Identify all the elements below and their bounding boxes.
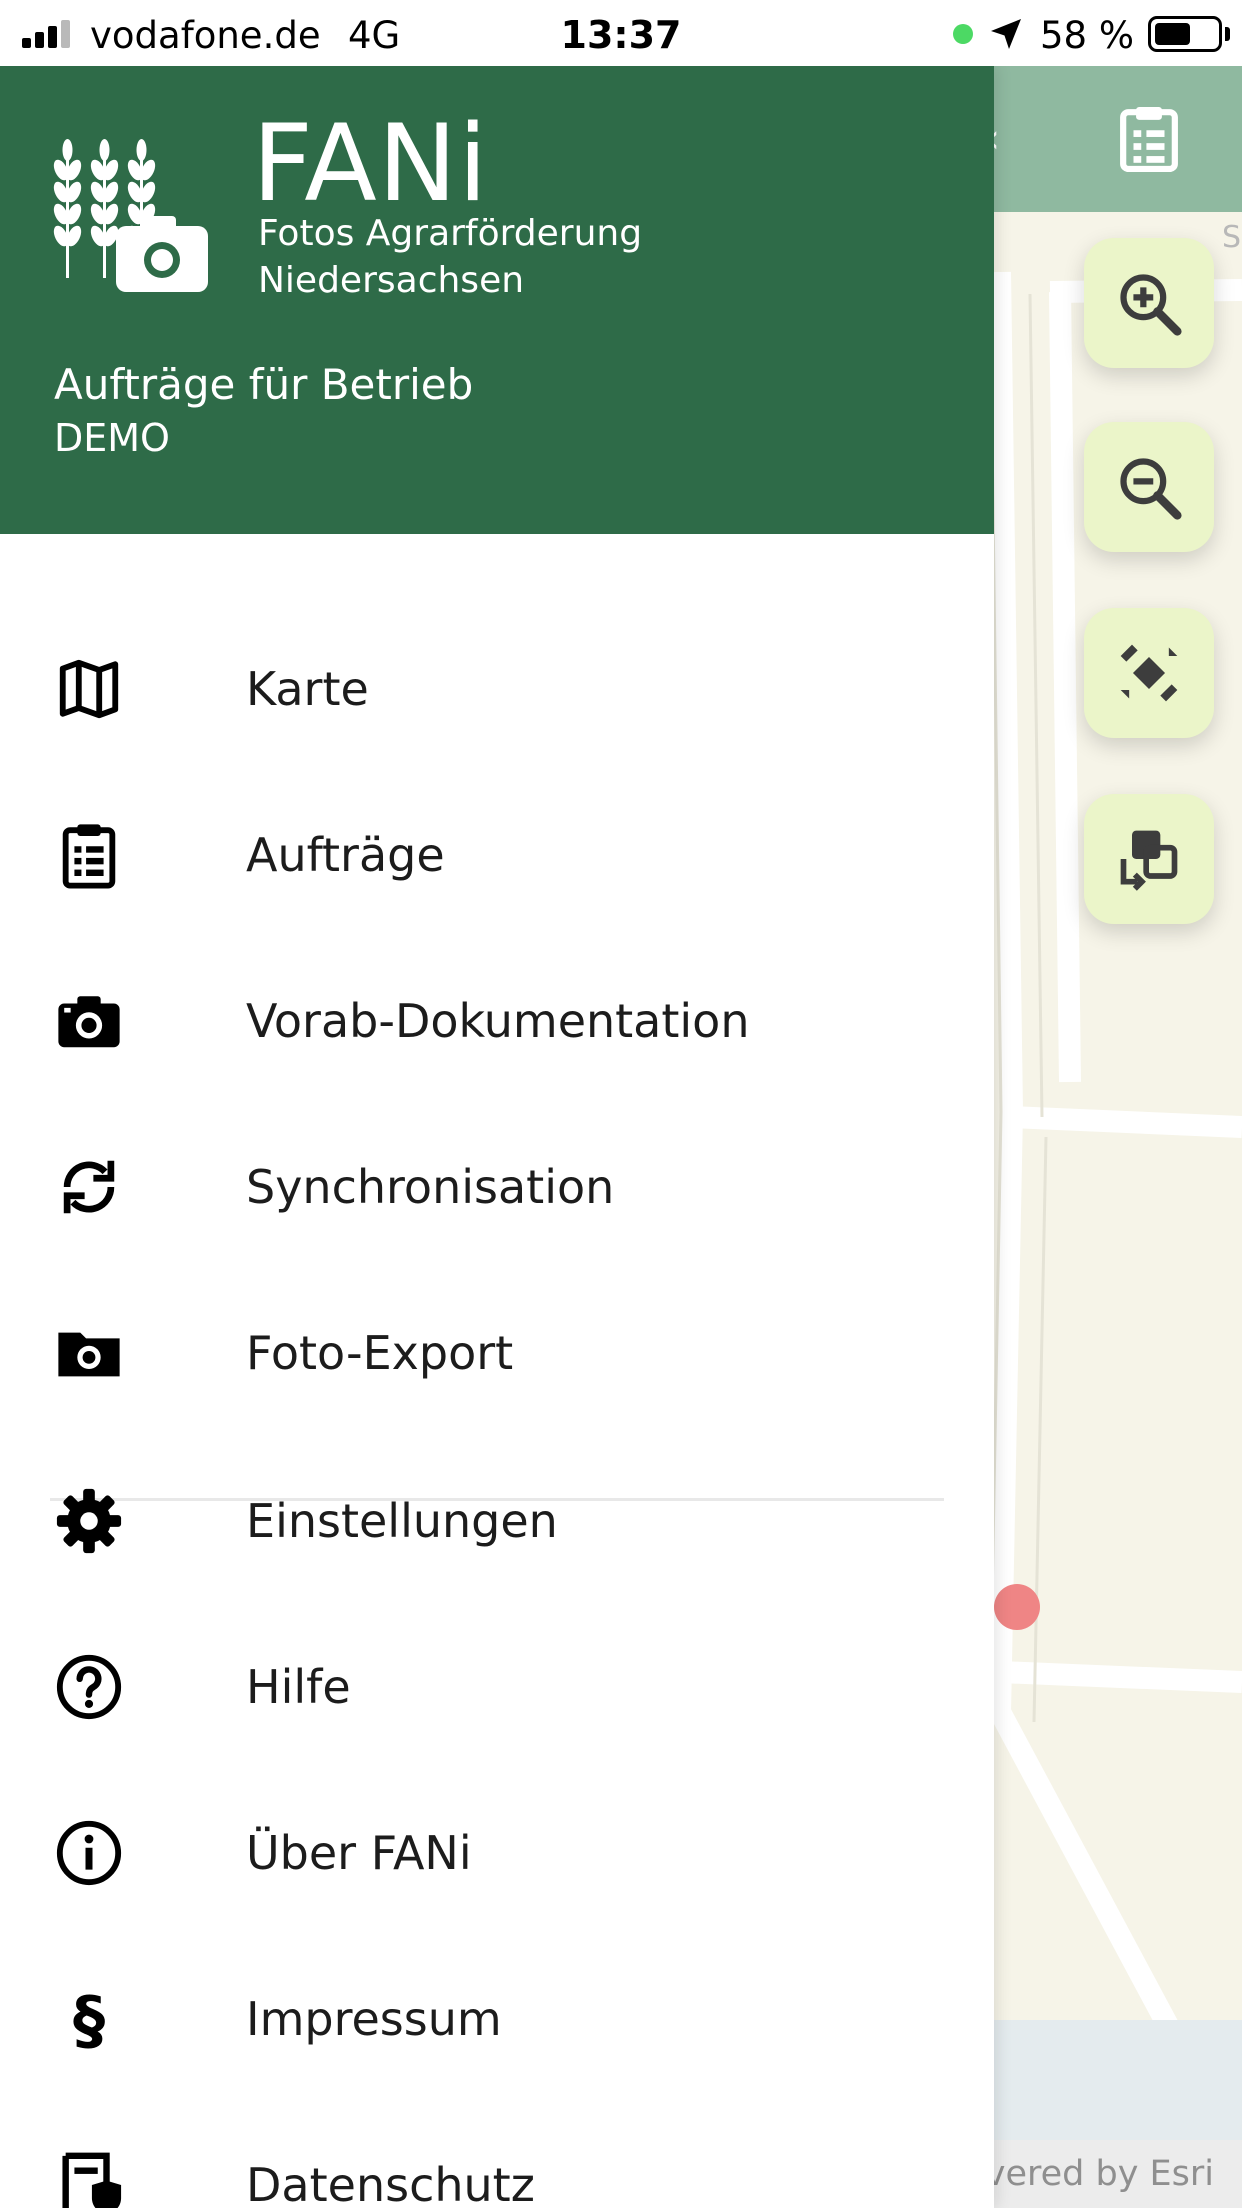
menu-item-label: Impressum	[246, 1992, 502, 2046]
gear-icon	[56, 1488, 122, 1554]
battery-level	[1155, 23, 1190, 45]
menu-item-label: Vorab-Dokumentation	[246, 994, 750, 1048]
gps-satellite-icon	[1120, 644, 1178, 702]
svg-text:§: §	[73, 1984, 105, 2054]
camera-icon	[58, 996, 120, 1048]
menu-item-impressum[interactable]: § Impressum	[0, 1936, 994, 2100]
info-circle-icon	[56, 1820, 122, 1886]
status-bar: vodafone.de 4G 13:37 58 %	[0, 0, 1242, 66]
menu-item-label: Hilfe	[246, 1660, 351, 1714]
map-marker[interactable]	[994, 1584, 1040, 1630]
zoom-in-button[interactable]	[1084, 238, 1214, 368]
app-subtitle-line2: Niedersachsen	[258, 260, 525, 301]
menu-item-einstellungen[interactable]: Einstellungen	[0, 1438, 994, 1602]
drawer-header: FANi Fotos Agrarförderung Niedersachsen …	[0, 66, 994, 534]
menu-item-karte[interactable]: Karte	[0, 606, 994, 770]
sync-icon	[63, 1160, 115, 1214]
menu-item-synchronisation[interactable]: Synchronisation	[0, 1104, 994, 1268]
zoom-out-icon	[1120, 458, 1182, 520]
menu-item-auftraege[interactable]: Aufträge	[0, 772, 994, 936]
app-subtitle: Fotos Agrarförderung Niedersachsen	[258, 210, 958, 304]
menu-item-label: Über FANi	[246, 1826, 472, 1880]
menu-item-label: Aufträge	[246, 828, 445, 882]
battery-percent: 58 %	[1040, 14, 1134, 57]
menu-item-label: Karte	[246, 662, 369, 716]
mic-in-use-indicator	[953, 24, 973, 44]
menu-item-hilfe[interactable]: Hilfe	[0, 1604, 994, 1768]
layer-switch-icon	[1120, 830, 1178, 891]
menu-item-datenschutz[interactable]: Datenschutz	[0, 2102, 994, 2208]
fani-logo-icon	[53, 139, 208, 292]
app-subtitle-line1: Fotos Agrarförderung	[258, 213, 643, 254]
farm-label: Aufträge für Betrieb	[54, 360, 474, 409]
zoom-out-button[interactable]	[1084, 422, 1214, 552]
privacy-document-icon	[62, 2152, 122, 2208]
location-arrow-icon	[991, 19, 1021, 49]
zoom-in-icon	[1120, 274, 1182, 336]
menu-item-label: Datenschutz	[246, 2158, 535, 2208]
app-title: FANi	[252, 102, 489, 225]
switch-layer-button[interactable]	[1084, 794, 1214, 924]
menu-item-vorab-dokumentation[interactable]: Vorab-Dokumentation	[0, 938, 994, 1102]
menu-item-label: Foto-Export	[246, 1326, 514, 1380]
paragraph-icon: §	[73, 1984, 105, 2054]
photo-folder-icon	[58, 1332, 120, 1377]
clipboard-list-icon	[62, 824, 116, 889]
menu-item-label: Einstellungen	[246, 1494, 558, 1548]
help-circle-icon	[56, 1654, 122, 1720]
menu-item-ueber-fani[interactable]: Über FANi	[0, 1770, 994, 1934]
map-label: S	[1222, 220, 1242, 255]
clipboard-list-icon[interactable]	[1118, 104, 1180, 172]
navigation-drawer: FANi Fotos Agrarförderung Niedersachsen …	[0, 66, 994, 2208]
menu-item-foto-export[interactable]: Foto-Export	[0, 1270, 994, 1434]
battery-tip	[1225, 27, 1230, 41]
locate-button[interactable]	[1084, 608, 1214, 738]
attribution-text: vered by Esri	[984, 2154, 1214, 2194]
menu-item-label: Synchronisation	[246, 1160, 615, 1214]
battery-icon	[1148, 16, 1222, 52]
map-icon	[59, 659, 119, 719]
farm-name: DEMO	[54, 416, 170, 460]
